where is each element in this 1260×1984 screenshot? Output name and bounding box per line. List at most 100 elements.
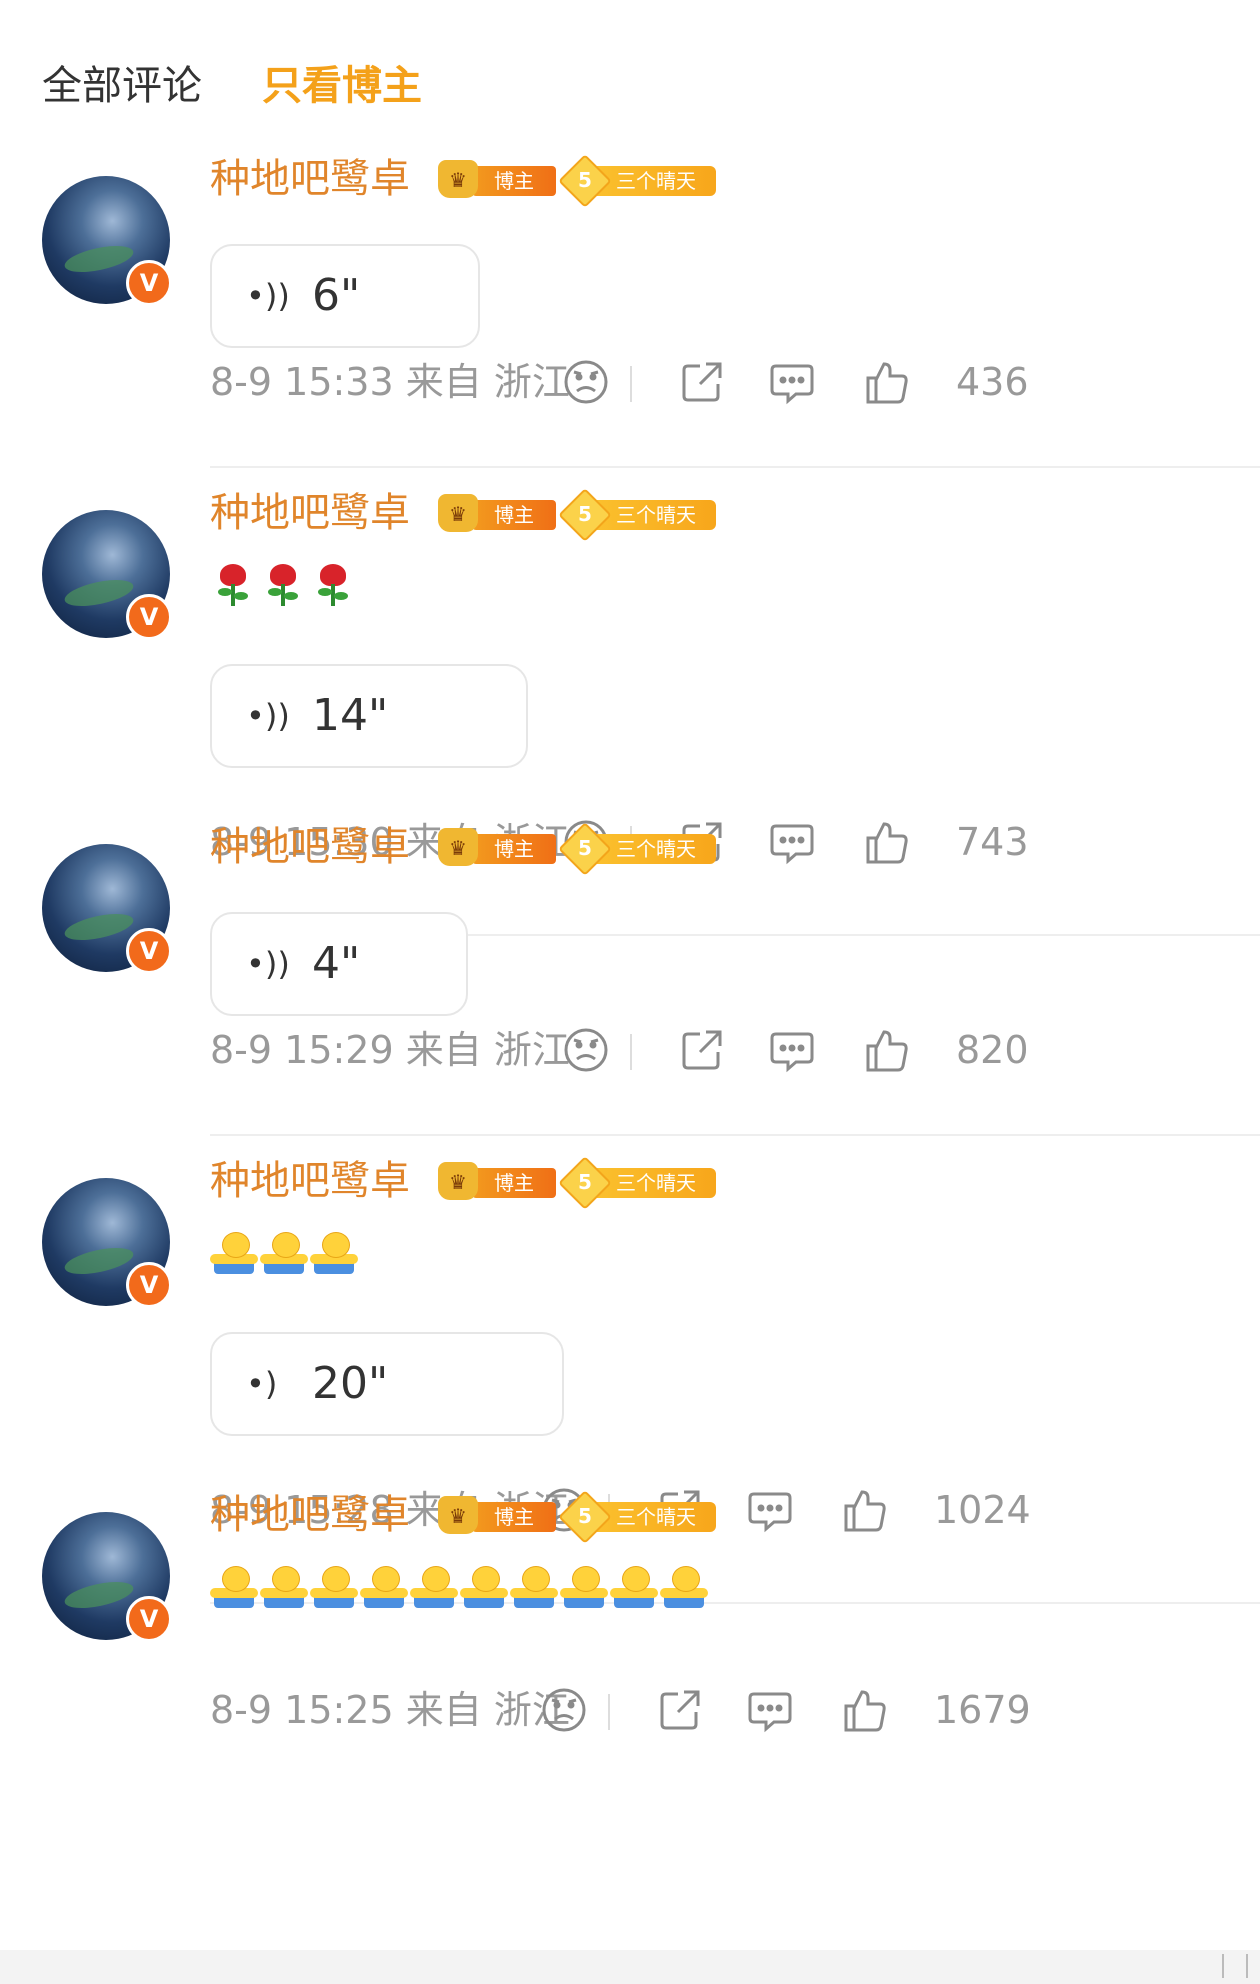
share-icon[interactable] (656, 1686, 704, 1734)
fan-level: 5 (578, 502, 592, 526)
username[interactable]: 种地吧鹭卓 (210, 154, 410, 204)
fan-label: 三个晴天 (596, 500, 716, 530)
dislike-icon[interactable] (562, 1026, 610, 1074)
fan-level: 5 (578, 836, 592, 860)
avatar[interactable]: V (42, 176, 172, 306)
blogger-tag: 博主 ♛ (438, 1162, 556, 1200)
like-count: 436 (956, 360, 1029, 404)
avatar[interactable]: V (42, 844, 172, 974)
share-icon[interactable] (678, 1026, 726, 1074)
fan-level-tag[interactable]: 三个晴天 5 (558, 822, 716, 876)
blogger-tag-label: 博主 (472, 166, 556, 196)
like-icon[interactable] (840, 1486, 888, 1534)
dislike-icon[interactable] (562, 358, 610, 406)
voice-wave-icon: •)) (246, 697, 290, 735)
username[interactable]: 种地吧鹭卓 (210, 822, 410, 872)
blogger-tag: 博主 ♛ (438, 494, 556, 532)
like-icon[interactable] (862, 1026, 910, 1074)
fan-label: 三个晴天 (596, 1502, 716, 1532)
fan-level: 5 (578, 1170, 592, 1194)
comment-icon[interactable] (768, 1026, 816, 1074)
username[interactable]: 种地吧鹭卓 (210, 488, 410, 538)
blogger-tag-label: 博主 (472, 834, 556, 864)
voice-duration: 6" (312, 270, 361, 321)
hug-icon (560, 1564, 608, 1612)
dislike-icon[interactable] (540, 1686, 588, 1734)
share-icon[interactable] (678, 358, 726, 406)
like-icon[interactable] (862, 358, 910, 406)
fan-label: 三个晴天 (596, 166, 716, 196)
timestamp-location: 8-9 15:33 来自 浙江 (210, 360, 570, 404)
fan-level-tag[interactable]: 三个晴天 5 (558, 1156, 716, 1210)
voice-message[interactable]: •)) 4" (210, 912, 468, 1016)
fan-label: 三个晴天 (596, 1168, 716, 1198)
voice-message[interactable]: •)) 6" (210, 244, 480, 348)
hug-icon (360, 1564, 408, 1612)
voice-wave-icon: •) (246, 1365, 278, 1403)
comment-icon[interactable] (746, 1686, 794, 1734)
fan-level-tag[interactable]: 三个晴天 5 (558, 1490, 716, 1544)
avatar-decoration (62, 1242, 136, 1280)
divider (608, 1694, 610, 1730)
verified-badge-icon: V (126, 594, 172, 640)
verified-badge-icon: V (126, 1596, 172, 1642)
hug-icon (460, 1564, 508, 1612)
hug-icon (210, 1230, 258, 1278)
voice-duration: 4" (312, 938, 361, 989)
avatar[interactable]: V (42, 510, 172, 640)
crown-icon: ♛ (438, 160, 478, 198)
crown-icon: ♛ (438, 1162, 478, 1200)
fan-level-tag[interactable]: 三个晴天 5 (558, 488, 716, 542)
scroll-grip-icon[interactable] (1222, 1954, 1248, 1978)
like-count: 820 (956, 1028, 1029, 1072)
divider (630, 366, 632, 402)
rose-icon (210, 562, 258, 610)
verified-badge-icon: V (126, 260, 172, 306)
username[interactable]: 种地吧鹭卓 (210, 1490, 410, 1540)
like-icon[interactable] (840, 1686, 888, 1734)
username[interactable]: 种地吧鹭卓 (210, 1156, 410, 1206)
like-count: 1679 (934, 1688, 1031, 1732)
meta-row: 8-9 15:33 来自 浙江 436 (210, 352, 1220, 412)
avatar-decoration (62, 908, 136, 946)
voice-duration: 20" (312, 1358, 389, 1409)
tab-blogger-only[interactable]: 只看博主 (262, 58, 422, 114)
timestamp-location: 8-9 15:25 来自 浙江 (210, 1688, 570, 1732)
tab-all-comments[interactable]: 全部评论 (42, 58, 202, 114)
hug-icon (660, 1564, 708, 1612)
meta-row: 8-9 15:29 来自 浙江 820 (210, 1020, 1220, 1080)
emoji-row (210, 1230, 360, 1280)
comment-icon[interactable] (768, 358, 816, 406)
bottom-bar (0, 1950, 1260, 1984)
avatar-decoration (62, 574, 136, 612)
voice-wave-icon: •)) (246, 277, 290, 315)
blogger-tag-label: 博主 (472, 1502, 556, 1532)
hug-icon (260, 1230, 308, 1278)
blogger-tag: 博主 ♛ (438, 160, 556, 198)
hug-icon (310, 1564, 358, 1612)
fan-level-tag[interactable]: 三个晴天 5 (558, 154, 716, 208)
comment-icon[interactable] (746, 1486, 794, 1534)
voice-message[interactable]: •)) 14" (210, 664, 528, 768)
avatar[interactable]: V (42, 1512, 172, 1642)
blogger-tag: 博主 ♛ (438, 1496, 556, 1534)
avatar[interactable]: V (42, 1178, 172, 1308)
like-count: 743 (956, 820, 1029, 864)
comment-divider (210, 1134, 1260, 1136)
fan-level: 5 (578, 168, 592, 192)
emoji-row (210, 562, 360, 612)
crown-icon: ♛ (438, 828, 478, 866)
hug-icon (310, 1230, 358, 1278)
crown-icon: ♛ (438, 1496, 478, 1534)
hug-icon (210, 1564, 258, 1612)
avatar-decoration (62, 1576, 136, 1614)
like-icon[interactable] (862, 818, 910, 866)
comment-icon[interactable] (768, 818, 816, 866)
hug-icon (610, 1564, 658, 1612)
voice-message[interactable]: •) 20" (210, 1332, 564, 1436)
voice-duration: 14" (312, 690, 389, 741)
avatar-decoration (62, 240, 136, 278)
crown-icon: ♛ (438, 494, 478, 532)
hug-icon (260, 1564, 308, 1612)
hug-icon (510, 1564, 558, 1612)
